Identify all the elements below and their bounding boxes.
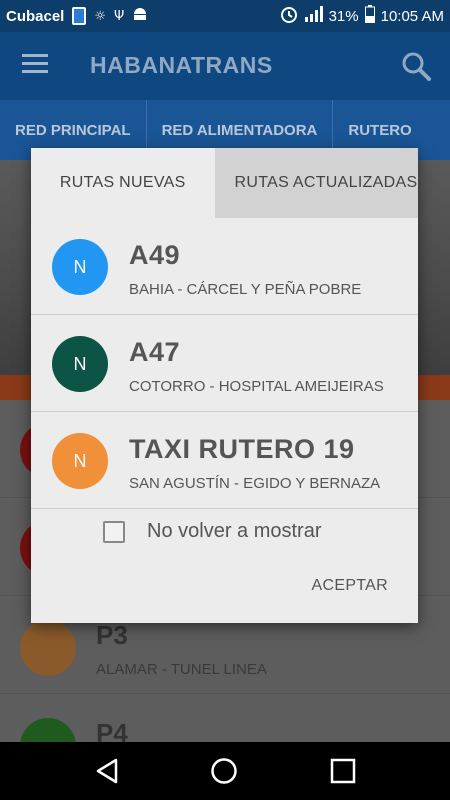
battery-percent: 31% bbox=[328, 7, 359, 25]
route-code: P3 bbox=[96, 620, 128, 650]
new-routes-dialog: RUTAS NUEVAS RUTAS ACTUALIZADAS N A49 BA… bbox=[31, 148, 418, 623]
new-badge: N bbox=[52, 239, 108, 295]
alarm-icon bbox=[279, 4, 299, 28]
tab-rutas-nuevas[interactable]: RUTAS NUEVAS bbox=[31, 148, 215, 218]
route-desc: COTORRO - HOSPITAL AMEIJEIRAS bbox=[129, 378, 384, 395]
recents-icon[interactable] bbox=[328, 756, 358, 786]
battery-icon bbox=[364, 5, 375, 27]
back-icon[interactable] bbox=[92, 756, 122, 786]
carrier-name: Cubacel bbox=[6, 7, 65, 25]
usb-icon: Ψ bbox=[114, 8, 125, 24]
home-icon[interactable] bbox=[209, 756, 239, 786]
dont-show-again-label: No volver a mostrar bbox=[147, 520, 322, 542]
status-bar: Cubacel ☼ Ψ 31% 10:05 AM bbox=[0, 0, 450, 32]
android-icon bbox=[132, 6, 148, 26]
sleep-icon: ☼ bbox=[94, 8, 107, 24]
dialog-tabs: RUTAS NUEVAS RUTAS ACTUALIZADAS bbox=[31, 148, 418, 218]
route-badge bbox=[20, 620, 76, 676]
signal-icon bbox=[304, 6, 323, 26]
dialog-route-item[interactable]: N TAXI RUTERO 19 SAN AGUSTÍN - EGIDO Y B… bbox=[31, 412, 418, 509]
search-icon[interactable] bbox=[400, 50, 432, 82]
clock: 10:05 AM bbox=[380, 7, 444, 25]
app-title: HABANATRANS bbox=[90, 52, 273, 78]
tab-rutas-actualizadas[interactable]: RUTAS ACTUALIZADAS bbox=[214, 148, 418, 218]
app-bar: HABANATRANS bbox=[0, 32, 450, 100]
route-code: TAXI RUTERO 19 bbox=[129, 434, 355, 464]
route-code: A47 bbox=[129, 337, 181, 367]
phone-app-icon bbox=[72, 7, 87, 25]
new-badge: N bbox=[52, 336, 108, 392]
dont-show-again-row[interactable]: No volver a mostrar bbox=[103, 520, 322, 543]
new-badge: N bbox=[52, 433, 108, 489]
route-desc: BAHIA - CÁRCEL Y PEÑA POBRE bbox=[129, 281, 362, 298]
menu-icon[interactable] bbox=[22, 54, 48, 74]
route-desc: SAN AGUSTÍN - EGIDO Y BERNAZA bbox=[129, 475, 381, 492]
dialog-route-item[interactable]: N A49 BAHIA - CÁRCEL Y PEÑA POBRE bbox=[31, 218, 418, 315]
dont-show-again-checkbox[interactable] bbox=[103, 520, 125, 543]
route-desc: ALAMAR - TUNEL LINEA bbox=[96, 661, 267, 678]
system-nav-bar bbox=[0, 742, 450, 800]
accept-button[interactable]: ACEPTAR bbox=[312, 577, 388, 595]
route-code: A49 bbox=[129, 240, 181, 270]
dialog-route-item[interactable]: N A47 COTORRO - HOSPITAL AMEIJEIRAS bbox=[31, 315, 418, 412]
